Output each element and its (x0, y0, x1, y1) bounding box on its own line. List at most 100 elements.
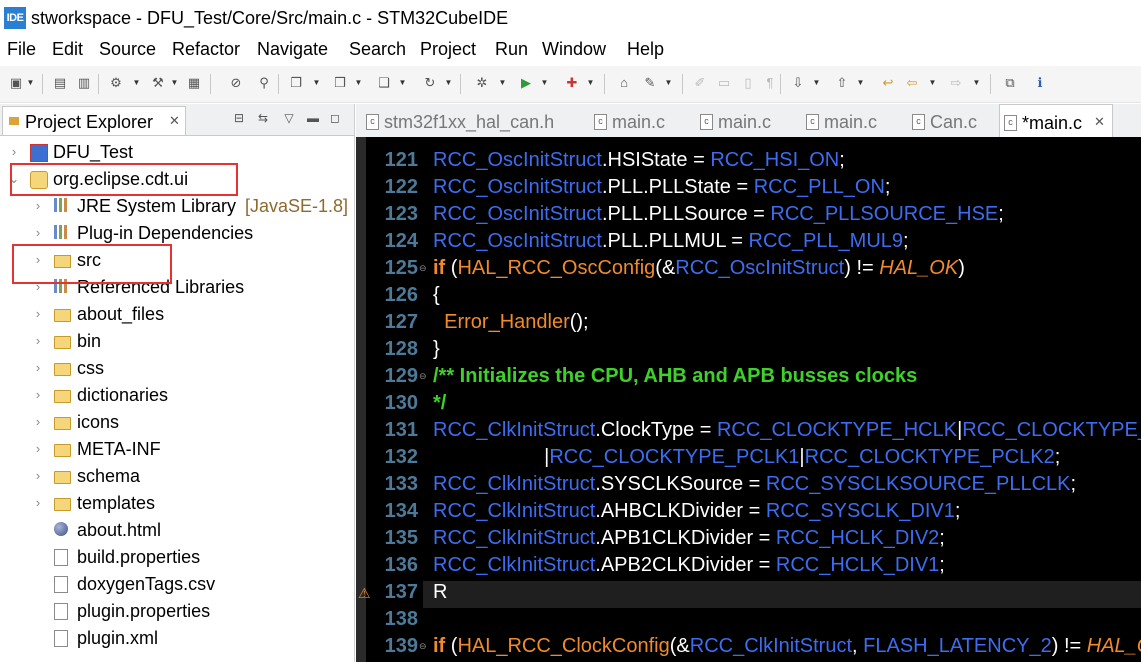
menu-edit[interactable]: Edit (52, 37, 83, 61)
code-editor[interactable]: 121 122 123 124 125 ⊖ 126 127 128 129 ⊖ 130 131 132 13… (356, 137, 1141, 662)
back-icon[interactable]: ⇦ (904, 75, 920, 91)
editor-tab[interactable]: c stm32f1xx_hal_can.h (362, 104, 584, 137)
new-project-icon[interactable]: ❐ (288, 75, 304, 91)
tree-item[interactable]: › icons (0, 409, 352, 436)
search-torch-icon[interactable]: ✎ (642, 75, 658, 91)
tree-item[interactable]: › templates (0, 490, 352, 517)
editor-tab[interactable]: c *main.c ✕ (999, 104, 1113, 138)
debug-dropdown-icon[interactable]: ▼ (498, 75, 507, 91)
menu-source[interactable]: Source (99, 37, 156, 61)
editor-tab[interactable]: c Can.c (908, 104, 993, 137)
search-dropdown-icon[interactable]: ▼ (664, 75, 673, 91)
chevron-right-icon[interactable]: › (8, 142, 20, 162)
info-icon[interactable]: ℹ (1032, 75, 1048, 91)
show-whitespace-icon[interactable]: ¶ (762, 75, 778, 91)
chevron-right-icon[interactable]: › (32, 304, 44, 324)
refresh-dropdown-icon[interactable]: ▼ (444, 75, 453, 91)
chevron-right-icon[interactable]: › (32, 439, 44, 459)
menu-refactor[interactable]: Refactor (172, 37, 240, 61)
menu-search[interactable]: Search (349, 37, 406, 61)
menu-help[interactable]: Help (627, 37, 664, 61)
chevron-right-icon[interactable]: › (32, 196, 44, 216)
collapse-all-icon[interactable]: ⊟ (232, 110, 246, 126)
link-with-editor-icon[interactable]: ⇆ (256, 110, 270, 126)
new-project-dropdown-icon[interactable]: ▼ (312, 75, 321, 91)
close-icon[interactable]: ✕ (1094, 113, 1105, 131)
fold-toggle-icon[interactable]: ⊖ (419, 255, 429, 282)
tree-item[interactable]: › bin (0, 328, 352, 355)
new-folder-dropdown-icon[interactable]: ▼ (354, 75, 363, 91)
external-tools-icon[interactable]: ✚ (564, 75, 580, 91)
tree-item[interactable]: › schema (0, 463, 352, 490)
menu-project[interactable]: Project (420, 37, 476, 61)
debug-config-icon[interactable]: ⚲ (256, 75, 272, 91)
menu-run[interactable]: Run (495, 37, 528, 61)
fold-toggle-icon[interactable]: ⊖ (419, 633, 429, 660)
external-tools-dropdown-icon[interactable]: ▼ (586, 75, 595, 91)
refresh-icon[interactable]: ↻ (422, 75, 438, 91)
editor-tab[interactable]: c main.c (590, 104, 690, 137)
gear-icon[interactable]: ⚙ (108, 75, 124, 91)
new-file-icon[interactable]: ❑ (376, 75, 392, 91)
forward-dropdown-icon[interactable]: ▼ (972, 75, 981, 91)
chevron-right-icon[interactable]: › (32, 466, 44, 486)
view-menu-icon[interactable]: ▽ (282, 110, 296, 126)
tree-item[interactable]: › META-INF (0, 436, 352, 463)
previous-annotation-dropdown-icon[interactable]: ▼ (856, 75, 865, 91)
settings-dropdown-icon[interactable]: ▼ (132, 75, 141, 91)
save-all-icon[interactable]: ▥ (76, 75, 92, 91)
debug-bug-icon[interactable]: ✲ (474, 75, 490, 91)
build-dropdown-icon[interactable]: ▼ (170, 75, 179, 91)
chevron-right-icon[interactable]: › (32, 223, 44, 243)
tree-item[interactable]: about.html (0, 517, 352, 544)
chevron-right-icon[interactable]: › (32, 385, 44, 405)
new-file-dropdown-icon[interactable]: ▼ (398, 75, 407, 91)
tab-project-explorer[interactable]: Project Explorer ✕ (2, 106, 186, 135)
chevron-right-icon[interactable]: › (32, 331, 44, 351)
next-annotation-icon[interactable]: ⇩ (790, 75, 806, 91)
fold-toggle-icon[interactable]: ⊖ (419, 363, 429, 390)
binary-icon[interactable]: ▦ (186, 75, 202, 91)
chevron-right-icon[interactable]: › (32, 358, 44, 378)
editor-tab[interactable]: c main.c (802, 104, 902, 137)
close-icon[interactable]: ✕ (169, 112, 180, 130)
save-icon[interactable]: ▤ (52, 75, 68, 91)
tree-item[interactable]: plugin.xml (0, 625, 352, 652)
chevron-right-icon[interactable]: › (32, 493, 44, 513)
new-icon[interactable]: ▣ (8, 75, 24, 91)
library-icon (54, 198, 68, 212)
tree-item[interactable]: › DFU_Test (0, 139, 352, 166)
menu-file[interactable]: File (7, 37, 36, 61)
toggle-mark-icon[interactable]: ▭ (716, 75, 732, 91)
skip-breakpoints-icon[interactable]: ⊘ (228, 75, 244, 91)
forward-icon[interactable]: ⇨ (948, 75, 964, 91)
maximize-icon[interactable]: ◻ (328, 110, 342, 126)
block-selection-icon[interactable]: ▯ (740, 75, 756, 91)
tree-item[interactable]: doxygenTags.csv (0, 571, 352, 598)
tree-item[interactable]: › JRE System Library [JavaSE-1.8] (0, 193, 352, 220)
chevron-right-icon[interactable]: › (32, 412, 44, 432)
tree-item[interactable]: build.properties (0, 544, 352, 571)
new-folder-icon[interactable]: ❒ (332, 75, 348, 91)
minimize-icon[interactable]: ▬ (306, 110, 320, 126)
build-hammer-icon[interactable]: ⚒ (150, 75, 166, 91)
open-type-icon[interactable]: ⌂ (616, 75, 632, 91)
menu-navigate[interactable]: Navigate (257, 37, 328, 61)
menu-window[interactable]: Window (542, 37, 606, 61)
editor-tab[interactable]: c main.c (696, 104, 796, 137)
last-edit-location-icon[interactable]: ↩ (880, 75, 896, 91)
tree-item[interactable]: › Plug-in Dependencies (0, 220, 352, 247)
tree-item[interactable]: › css (0, 355, 352, 382)
annotation-icon[interactable]: ✐ (692, 75, 708, 91)
run-dropdown-icon[interactable]: ▼ (540, 75, 549, 91)
tree-item[interactable]: plugin.properties (0, 598, 352, 625)
run-icon[interactable]: ▶ (518, 75, 534, 91)
new-dropdown-icon[interactable]: ▼ (26, 75, 35, 91)
previous-annotation-icon[interactable]: ⇧ (834, 75, 850, 91)
tree-item[interactable]: › dictionaries (0, 382, 352, 409)
warning-marker-icon[interactable]: ⚠ (358, 585, 371, 602)
tree-item[interactable]: › about_files (0, 301, 352, 328)
open-perspective-icon[interactable]: ⧉ (1002, 75, 1018, 91)
next-annotation-dropdown-icon[interactable]: ▼ (812, 75, 821, 91)
back-dropdown-icon[interactable]: ▼ (928, 75, 937, 91)
